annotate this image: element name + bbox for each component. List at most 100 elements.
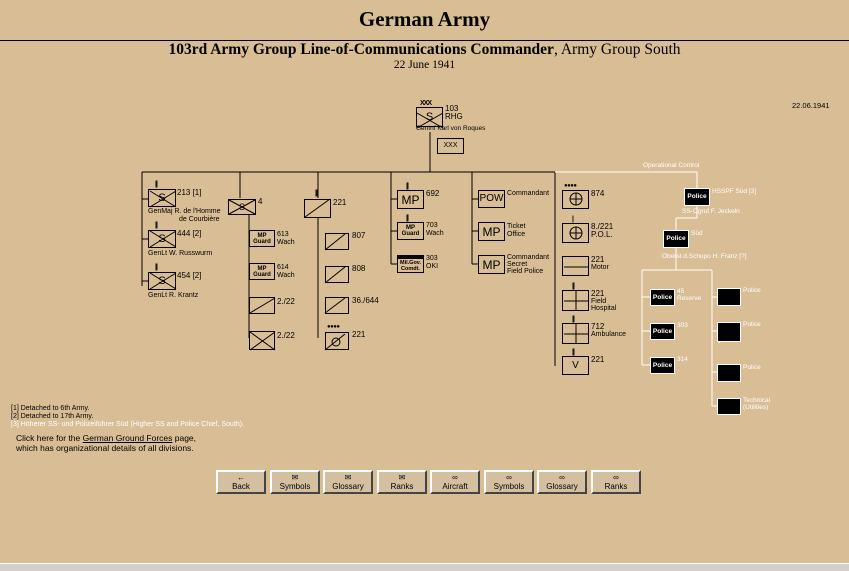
button-label: Glossary xyxy=(332,481,364,491)
unit-label: Wach xyxy=(277,239,295,246)
unit-label: 221 xyxy=(591,355,605,364)
mp-battalion-692[interactable]: MP xyxy=(397,190,424,209)
security-division-454[interactable]: S xyxy=(148,272,176,290)
unit-symbol-text: Police xyxy=(652,293,673,301)
unit-808[interactable] xyxy=(325,266,349,283)
hq-staff-echelon: XXX xyxy=(443,142,458,149)
ambulance-712[interactable] xyxy=(562,323,589,344)
german-ground-forces-link[interactable]: German Ground Forces xyxy=(83,433,173,443)
ticket-office-mp[interactable]: MP xyxy=(478,222,505,241)
unit-label: 808 xyxy=(352,264,366,273)
aircraft-button[interactable]: ∞ Aircraft xyxy=(430,470,480,494)
hq-staff-unit[interactable]: XXX xyxy=(437,138,464,154)
unit-label: Ticket xyxy=(507,223,526,230)
unit-label: 221 xyxy=(591,289,605,298)
unit-symbol-text: Police xyxy=(687,193,707,200)
unit-label: 303 xyxy=(426,255,438,262)
col1-echelon: || xyxy=(155,181,158,188)
air-symbols-button[interactable]: ∞ Symbols xyxy=(484,470,534,494)
footnote-3: [3] Höherer SS- und Polizeiführer Süd (H… xyxy=(11,421,245,428)
footnote-1: [1] Detached to 6th Army. xyxy=(11,405,90,412)
footnote-2: [2] Detached to 17th Army. xyxy=(11,413,94,420)
unit-label: 444 [2] xyxy=(177,229,202,238)
unit-label: 454 [2] xyxy=(177,271,202,280)
police-battalion-303[interactable]: Police xyxy=(650,323,675,340)
air-glossary-button[interactable]: ∞ Glossary xyxy=(537,470,587,494)
unit-commander: GenLt R. Krantz xyxy=(148,292,199,299)
police-battalion-314[interactable]: Police xyxy=(650,357,675,374)
unit-36-644[interactable] xyxy=(325,297,349,314)
company-2-22-a[interactable] xyxy=(249,297,275,314)
col6-echelon: | xyxy=(572,216,574,223)
unit-symbol-letter: S xyxy=(158,275,166,287)
guard-battalion-614[interactable]: MP Guard xyxy=(249,263,275,280)
unit-label: Office xyxy=(507,231,526,238)
unit-label: Commandant xyxy=(507,190,550,197)
click-text-line2: which has organizational details of all … xyxy=(16,443,194,453)
pol-8-221[interactable] xyxy=(562,223,589,243)
unit-label: 2./22 xyxy=(277,331,295,340)
unit-874[interactable] xyxy=(562,190,589,209)
back-button[interactable]: ← Back xyxy=(216,470,266,494)
pow-commandant[interactable]: POW xyxy=(478,190,505,208)
field-hospital-221[interactable] xyxy=(562,290,589,311)
mil-gov-comdt-303[interactable]: Mil.Gov. Comdt. xyxy=(397,255,424,273)
security-division-213[interactable]: S xyxy=(148,189,176,207)
envelope-icon: ✉ xyxy=(291,472,299,482)
artillery-221[interactable] xyxy=(325,332,349,350)
army-glossary-button[interactable]: ✉ Glossary xyxy=(323,470,373,494)
unit-label: (Utilities) xyxy=(743,404,769,411)
police-company-3[interactable] xyxy=(717,364,741,382)
unit-label: Police xyxy=(743,364,761,371)
police-company-2[interactable] xyxy=(717,322,741,342)
unit-label: Hospital xyxy=(591,305,617,312)
army-symbols-button[interactable]: ✉ Symbols xyxy=(270,470,320,494)
unit-807[interactable] xyxy=(325,233,349,250)
unit-commander: SS-Ogruf F. Jeckeln xyxy=(682,208,740,215)
secret-field-police[interactable]: MP xyxy=(478,255,505,274)
mp-guard-703[interactable]: MP Guard xyxy=(397,222,424,240)
battery-dots: ●●●● xyxy=(564,183,577,189)
police-battalion-45[interactable]: Police xyxy=(650,289,675,306)
wings-icon: ∞ xyxy=(613,472,619,482)
unit-label: 807 xyxy=(352,231,366,240)
col6-echelon: || xyxy=(572,283,575,290)
unit-label: Wach xyxy=(426,230,444,237)
motor-221[interactable] xyxy=(562,256,589,276)
technical-utilities-unit[interactable] xyxy=(717,398,741,415)
unit-label: Wach xyxy=(277,272,295,279)
envelope-icon: ✉ xyxy=(398,472,406,482)
unit-label: Ambulance xyxy=(591,331,627,338)
security-regiment-4[interactable]: S xyxy=(228,199,256,215)
hq-commander: GenInf Karl von Roques xyxy=(416,125,486,132)
col4-echelon: || xyxy=(406,183,409,190)
security-division-444[interactable]: S xyxy=(148,230,176,248)
unit-label: Reserve xyxy=(677,295,702,302)
company-2-22-b[interactable] xyxy=(249,331,275,350)
hsspf-sud-unit[interactable]: Police xyxy=(684,188,710,206)
unit-label: 221 xyxy=(333,198,347,207)
button-label: Ranks xyxy=(390,481,414,491)
army-ranks-button[interactable]: ✉ Ranks xyxy=(377,470,427,494)
police-company-1[interactable] xyxy=(717,288,741,306)
air-ranks-button[interactable]: ∞ Ranks xyxy=(591,470,641,494)
hq-unit-symbol[interactable]: S xyxy=(416,107,443,127)
infantry-division-221[interactable] xyxy=(304,199,331,218)
veterinary-221[interactable]: V xyxy=(562,356,589,375)
unit-commander-line2: de Courbière xyxy=(179,216,220,223)
unit-symbol-text: Police xyxy=(666,235,686,242)
unit-label: 712 xyxy=(591,322,605,331)
hq-echelon: XXX xyxy=(420,100,432,107)
unit-commander: Oberst d.Schupo H. Franz [?] xyxy=(662,253,747,260)
unit-symbol-text: MP xyxy=(401,192,420,207)
unit-label: 314 xyxy=(677,356,688,363)
hq-symbol-letter: S xyxy=(425,111,434,123)
police-sud-unit[interactable]: Police xyxy=(663,230,689,248)
guard-battalion-613[interactable]: MP Guard xyxy=(249,230,275,247)
footnotes: [1] Detached to 6th Army. [2] Detached t… xyxy=(11,405,244,429)
ground-forces-note: Click here for the German Ground Forces … xyxy=(16,433,196,453)
unit-symbol-letter: S xyxy=(238,202,245,212)
back-arrow-icon: ← xyxy=(237,472,245,482)
unit-label: 36./644 xyxy=(352,296,379,305)
operational-control-label: Operational Control xyxy=(643,162,700,169)
